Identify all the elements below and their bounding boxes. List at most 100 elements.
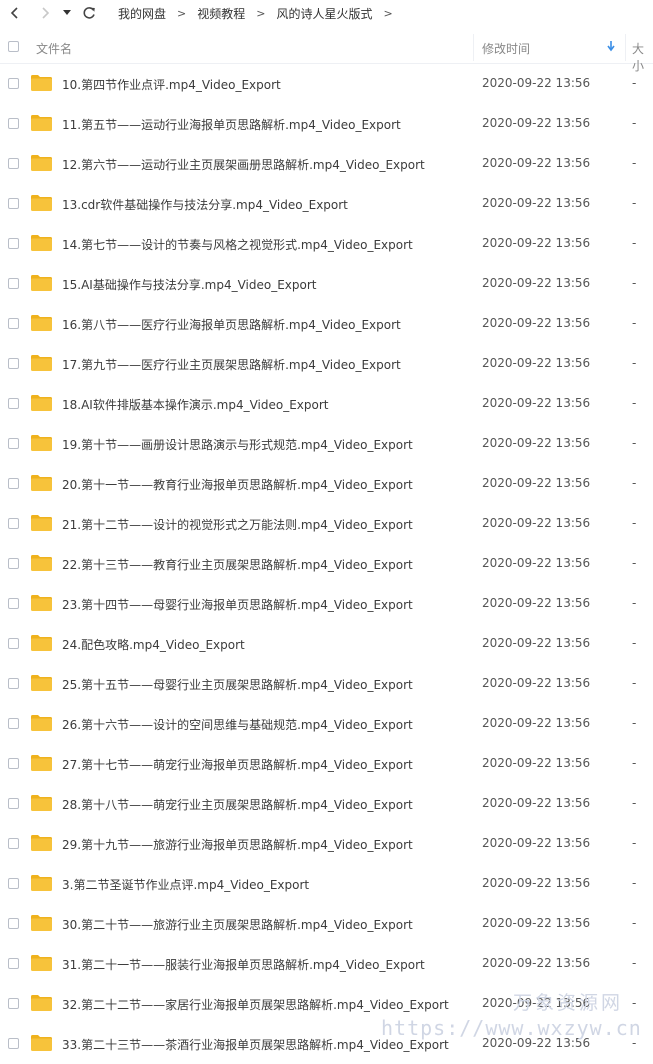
row-checkbox[interactable] [8,718,19,729]
breadcrumb-separator: > [383,6,393,20]
breadcrumb-item-folder[interactable]: 视频教程 [197,5,245,22]
row-checkbox[interactable] [8,678,19,689]
toolbar: 我的网盘 > 视频教程 > 风的诗人星火版式 > [0,0,653,26]
sort-down-arrow-icon[interactable] [607,40,615,55]
file-row[interactable]: 14.第七节——设计的节奏与风格之视觉形式.mp4_Video_Export 20… [0,224,653,264]
row-checkbox[interactable] [8,198,19,209]
forward-button[interactable] [36,3,54,23]
row-checkbox[interactable] [8,158,19,169]
file-name[interactable]: 26.第十六节——设计的空间思维与基础规范.mp4_Video_Export [62,716,413,733]
file-row[interactable]: 25.第十五节——母婴行业主页展架思路解析.mp4_Video_Export 20… [0,664,653,704]
file-row[interactable]: 16.第八节——医疗行业海报单页思路解析.mp4_Video_Export 202… [0,304,653,344]
file-name[interactable]: 31.第二十一节——服装行业海报单页思路解析.mp4_Video_Export [62,956,425,973]
row-checkbox[interactable] [8,998,19,1009]
file-row[interactable]: 23.第十四节——母婴行业海报单页思路解析.mp4_Video_Export 20… [0,584,653,624]
file-name[interactable]: 3.第二节圣诞节作业点评.mp4_Video_Export [62,876,309,893]
history-dropdown-button[interactable] [60,3,74,23]
row-checkbox[interactable] [8,1038,19,1049]
file-row[interactable]: 20.第十一节——教育行业海报单页思路解析.mp4_Video_Export 20… [0,464,653,504]
row-checkbox[interactable] [8,598,19,609]
row-checkbox[interactable] [8,358,19,369]
file-row[interactable]: 33.第二十三节——茶酒行业海报单页展架思路解析.mp4_Video_Expor… [0,1024,653,1064]
file-name[interactable]: 10.第四节作业点评.mp4_Video_Export [62,76,281,93]
row-checkbox[interactable] [8,758,19,769]
breadcrumb-item-root[interactable]: 我的网盘 [118,5,166,22]
file-row[interactable]: 21.第十二节——设计的视觉形式之万能法则.mp4_Video_Export 20… [0,504,653,544]
file-name[interactable]: 32.第二十二节——家居行业海报单页展架思路解析.mp4_Video_Expor… [62,996,449,1013]
file-name[interactable]: 29.第十九节——旅游行业海报单页思路解析.mp4_Video_Export [62,836,413,853]
select-all-checkbox[interactable] [8,41,19,52]
row-checkbox[interactable] [8,318,19,329]
file-row[interactable]: 3.第二节圣诞节作业点评.mp4_Video_Export 2020-09-22 … [0,864,653,904]
column-header-modified-time[interactable]: 修改时间 [482,40,530,57]
file-name[interactable]: 33.第二十三节——茶酒行业海报单页展架思路解析.mp4_Video_Expor… [62,1036,449,1053]
file-row[interactable]: 12.第六节——运动行业主页展架画册思路解析.mp4_Video_Export 2… [0,144,653,184]
file-modified-time: 2020-09-22 13:56 [482,956,591,970]
file-name[interactable]: 19.第十节——画册设计思路演示与形式规范.mp4_Video_Export [62,436,413,453]
file-row[interactable]: 24.配色攻略.mp4_Video_Export 2020-09-22 13:56… [0,624,653,664]
file-modified-time: 2020-09-22 13:56 [482,476,591,490]
file-name[interactable]: 14.第七节——设计的节奏与风格之视觉形式.mp4_Video_Export [62,236,413,253]
refresh-button[interactable] [80,3,98,23]
row-checkbox[interactable] [8,798,19,809]
back-button[interactable] [6,3,24,23]
file-row[interactable]: 17.第九节——医疗行业主页展架思路解析.mp4_Video_Export 202… [0,344,653,384]
file-row[interactable]: 27.第十七节——萌宠行业海报单页思路解析.mp4_Video_Export 20… [0,744,653,784]
column-divider[interactable] [625,34,626,61]
file-name[interactable]: 13.cdr软件基础操作与技法分享.mp4_Video_Export [62,196,348,213]
file-name[interactable]: 12.第六节——运动行业主页展架画册思路解析.mp4_Video_Export [62,156,425,173]
file-name[interactable]: 15.AI基础操作与技法分享.mp4_Video_Export [62,276,317,293]
file-row[interactable]: 10.第四节作业点评.mp4_Video_Export 2020-09-22 13… [0,64,653,104]
row-checkbox[interactable] [8,478,19,489]
file-name[interactable]: 21.第十二节——设计的视觉形式之万能法则.mp4_Video_Export [62,516,413,533]
folder-icon [31,1035,52,1051]
file-size: - [632,76,637,90]
file-name[interactable]: 11.第五节——运动行业海报单页思路解析.mp4_Video_Export [62,116,401,133]
file-size: - [632,556,637,570]
row-checkbox[interactable] [8,438,19,449]
file-name[interactable]: 22.第十三节——教育行业主页展架思路解析.mp4_Video_Export [62,556,413,573]
breadcrumb-item-current[interactable]: 风的诗人星火版式 [276,5,372,22]
file-size: - [632,276,637,290]
row-checkbox[interactable] [8,878,19,889]
file-row[interactable]: 28.第十八节——萌宠行业主页展架思路解析.mp4_Video_Export 20… [0,784,653,824]
file-name[interactable]: 16.第八节——医疗行业海报单页思路解析.mp4_Video_Export [62,316,401,333]
file-row[interactable]: 22.第十三节——教育行业主页展架思路解析.mp4_Video_Export 20… [0,544,653,584]
file-name[interactable]: 20.第十一节——教育行业海报单页思路解析.mp4_Video_Export [62,476,413,493]
row-checkbox[interactable] [8,518,19,529]
row-checkbox[interactable] [8,78,19,89]
file-name[interactable]: 17.第九节——医疗行业主页展架思路解析.mp4_Video_Export [62,356,401,373]
file-name[interactable]: 23.第十四节——母婴行业海报单页思路解析.mp4_Video_Export [62,596,413,613]
file-row[interactable]: 15.AI基础操作与技法分享.mp4_Video_Export 2020-09-2… [0,264,653,304]
file-name[interactable]: 24.配色攻略.mp4_Video_Export [62,636,245,653]
file-name[interactable]: 30.第二十节——旅游行业主页展架思路解析.mp4_Video_Export [62,916,413,933]
row-checkbox[interactable] [8,638,19,649]
row-checkbox[interactable] [8,398,19,409]
file-name[interactable]: 18.AI软件排版基本操作演示.mp4_Video_Export [62,396,329,413]
file-modified-time: 2020-09-22 13:56 [482,396,591,410]
file-row[interactable]: 31.第二十一节——服装行业海报单页思路解析.mp4_Video_Export 2… [0,944,653,984]
row-checkbox[interactable] [8,958,19,969]
file-name[interactable]: 25.第十五节——母婴行业主页展架思路解析.mp4_Video_Export [62,676,413,693]
column-header-name[interactable]: 文件名 [36,40,72,57]
row-checkbox[interactable] [8,278,19,289]
file-name[interactable]: 28.第十八节——萌宠行业主页展架思路解析.mp4_Video_Export [62,796,413,813]
row-checkbox[interactable] [8,558,19,569]
file-row[interactable]: 18.AI软件排版基本操作演示.mp4_Video_Export 2020-09-… [0,384,653,424]
file-row[interactable]: 30.第二十节——旅游行业主页展架思路解析.mp4_Video_Export 20… [0,904,653,944]
caret-down-icon [63,10,71,15]
row-checkbox[interactable] [8,238,19,249]
file-row[interactable]: 26.第十六节——设计的空间思维与基础规范.mp4_Video_Export 20… [0,704,653,744]
file-row[interactable]: 32.第二十二节——家居行业海报单页展架思路解析.mp4_Video_Expor… [0,984,653,1024]
file-row[interactable]: 19.第十节——画册设计思路演示与形式规范.mp4_Video_Export 20… [0,424,653,464]
file-size: - [632,516,637,530]
file-row[interactable]: 29.第十九节——旅游行业海报单页思路解析.mp4_Video_Export 20… [0,824,653,864]
row-checkbox[interactable] [8,838,19,849]
file-row[interactable]: 11.第五节——运动行业海报单页思路解析.mp4_Video_Export 202… [0,104,653,144]
file-name[interactable]: 27.第十七节——萌宠行业海报单页思路解析.mp4_Video_Export [62,756,413,773]
file-row[interactable]: 13.cdr软件基础操作与技法分享.mp4_Video_Export 2020-0… [0,184,653,224]
column-divider[interactable] [473,34,474,61]
file-list-header: 文件名 修改时间 大小 [0,32,653,73]
row-checkbox[interactable] [8,118,19,129]
row-checkbox[interactable] [8,918,19,929]
